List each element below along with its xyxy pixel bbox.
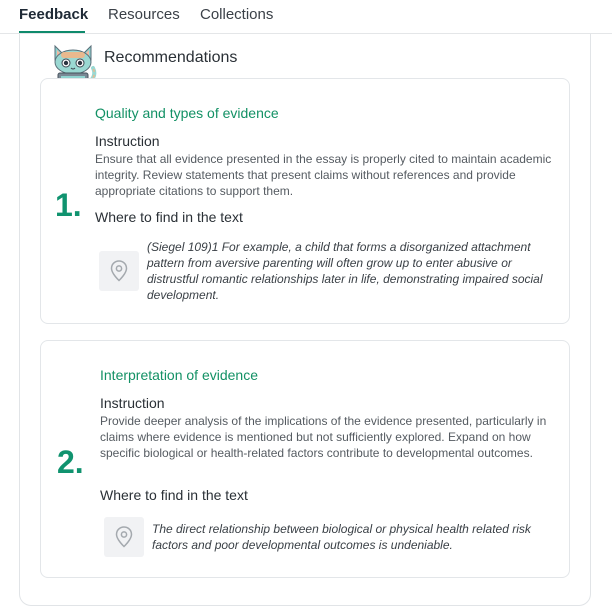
where-to-find-label: Where to find in the text — [100, 487, 248, 503]
instruction-label: Instruction — [95, 133, 160, 149]
active-tab-indicator — [19, 31, 85, 33]
instruction-text: Provide deeper analysis of the implicati… — [100, 414, 547, 460]
instruction-text: Ensure that all evidence presented in th… — [95, 152, 552, 198]
recommendation-number: 2. — [57, 444, 84, 480]
location-pin-icon[interactable] — [99, 251, 139, 291]
evidence-quote[interactable]: The direct relationship between biologic… — [152, 521, 552, 553]
tab-feedback[interactable]: Feedback — [19, 6, 88, 31]
tab-bar: Feedback Resources Collections — [0, 0, 612, 34]
recommendation-category: Interpretation of evidence — [100, 367, 258, 383]
recommendation-number: 1. — [55, 187, 82, 223]
recommendation-category: Quality and types of evidence — [95, 105, 279, 121]
where-to-find-label: Where to find in the text — [95, 209, 243, 225]
location-pin-icon[interactable] — [104, 517, 144, 557]
tab-resources[interactable]: Resources — [108, 6, 180, 31]
tab-collections[interactable]: Collections — [200, 6, 273, 31]
instruction-label: Instruction — [100, 395, 165, 411]
evidence-quote[interactable]: (Siegel 109)1 For example, a child that … — [147, 239, 557, 303]
recommendations-title: Recommendations — [104, 49, 238, 66]
